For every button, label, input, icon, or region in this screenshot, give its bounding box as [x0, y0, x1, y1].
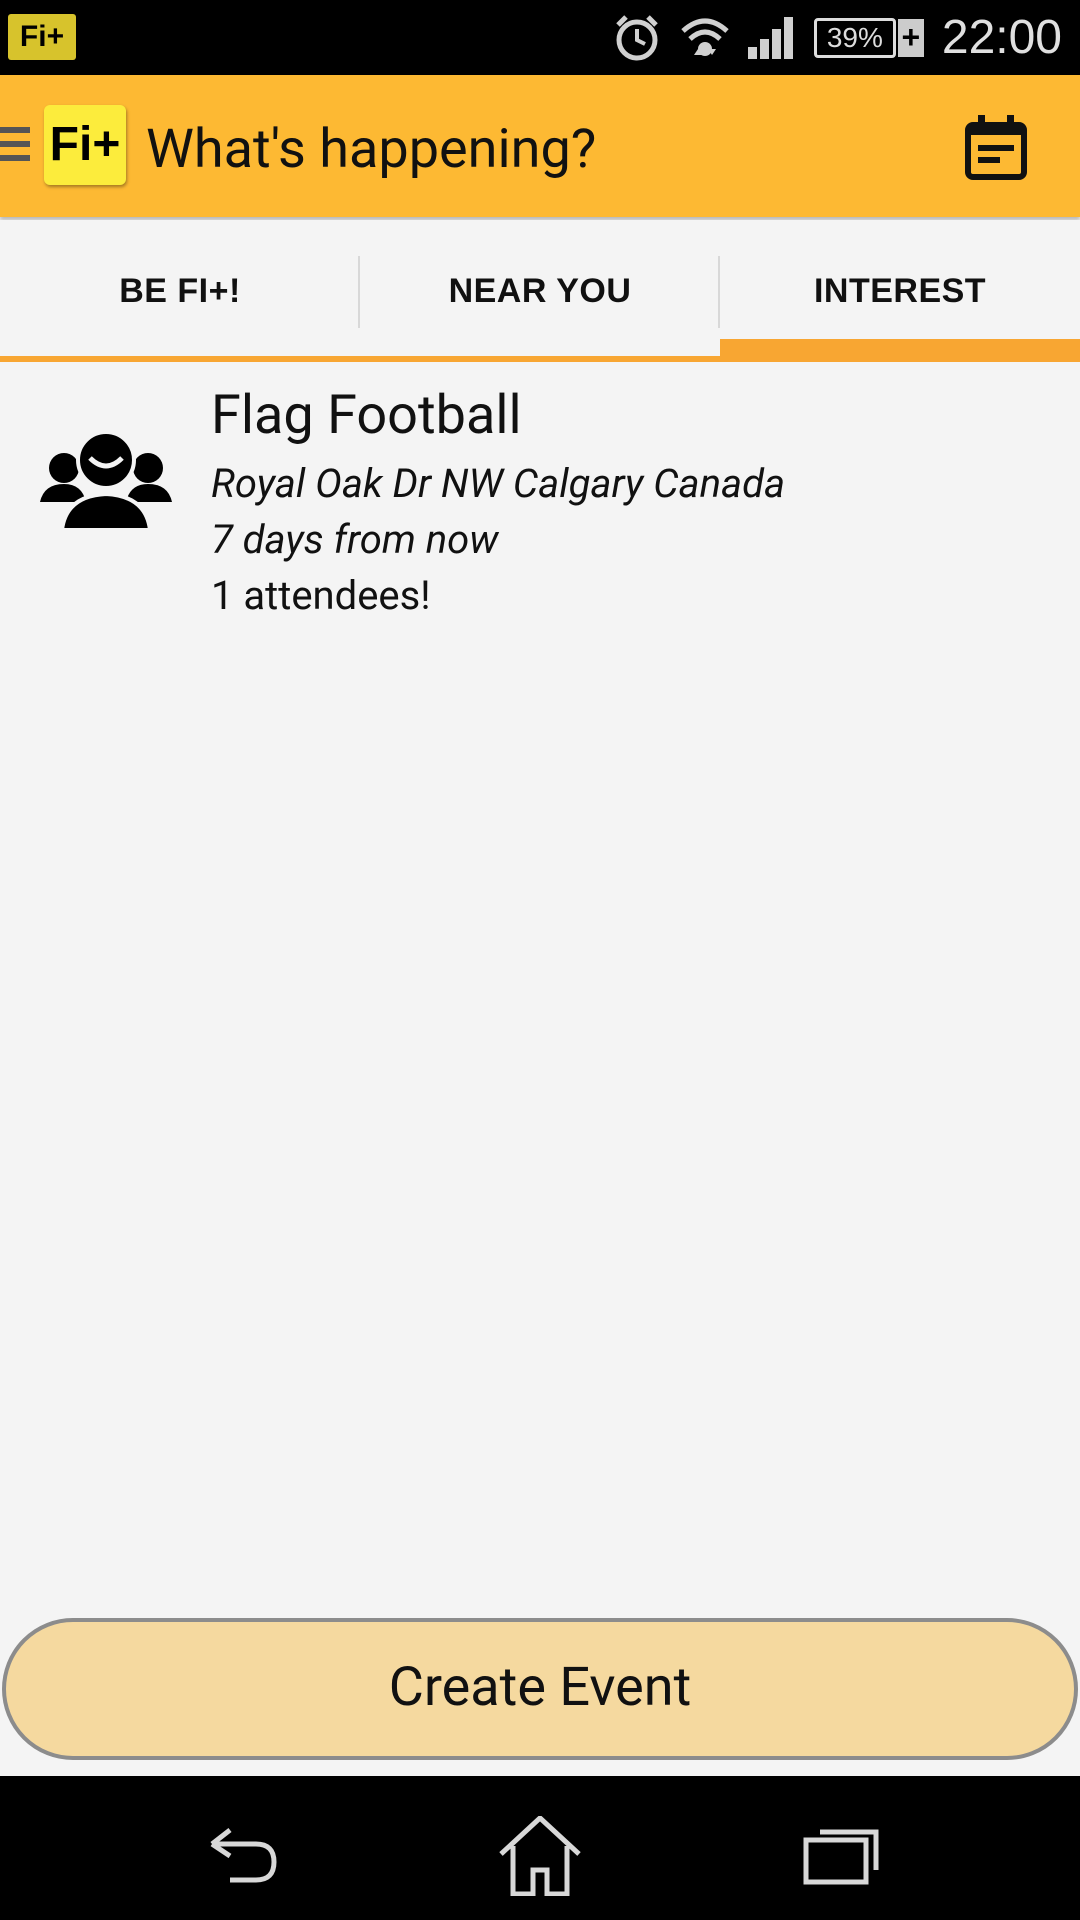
charging-icon: + — [897, 18, 924, 57]
clock: 22:00 — [941, 11, 1062, 64]
create-event-button[interactable]: Create Event — [2, 1618, 1078, 1760]
event-title: Flag Football — [211, 384, 522, 447]
page-title: What's happening? — [146, 118, 597, 181]
list-item[interactable]: Flag Football Royal Oak Dr NW Calgary Ca… — [0, 380, 1080, 630]
wifi-icon — [681, 18, 729, 56]
signal-icon — [747, 16, 793, 59]
app-bar: Fi+ What's happening? — [0, 75, 1080, 217]
tab-be-fi-plus[interactable]: BE FI+! — [0, 220, 360, 362]
status-bar: Fi+ 39% + 22:00 — [0, 0, 1080, 75]
tab-label: NEAR YOU — [448, 271, 632, 310]
event-time: 7 days from now — [211, 516, 499, 563]
nav-bar — [0, 1776, 1080, 1920]
event-attendees: 1 attendees! — [211, 572, 431, 619]
back-icon[interactable] — [196, 1816, 286, 1896]
tab-label: BE FI+! — [119, 271, 241, 310]
home-icon[interactable] — [495, 1816, 585, 1896]
tab-near-you[interactable]: NEAR YOU — [360, 220, 720, 362]
drawer-menu-icon[interactable] — [0, 127, 30, 167]
event-location: Royal Oak Dr NW Calgary Canada — [211, 460, 786, 507]
battery-indicator: 39% + — [813, 17, 924, 58]
status-icons: 39% + 22:00 — [612, 0, 1062, 75]
app-logo[interactable]: Fi+ — [44, 105, 126, 185]
event-details: Flag Football Royal Oak Dr NW Calgary Ca… — [211, 380, 785, 624]
recent-apps-icon[interactable] — [798, 1816, 888, 1896]
selected-tab-indicator — [720, 339, 1080, 362]
fi-plus-notification-icon: Fi+ — [8, 14, 76, 60]
calendar-icon[interactable] — [964, 115, 1028, 181]
battery-percent: 39% — [813, 17, 896, 58]
tab-label: INTEREST — [813, 271, 987, 310]
alarm-icon — [616, 14, 658, 60]
group-icon — [40, 430, 172, 530]
